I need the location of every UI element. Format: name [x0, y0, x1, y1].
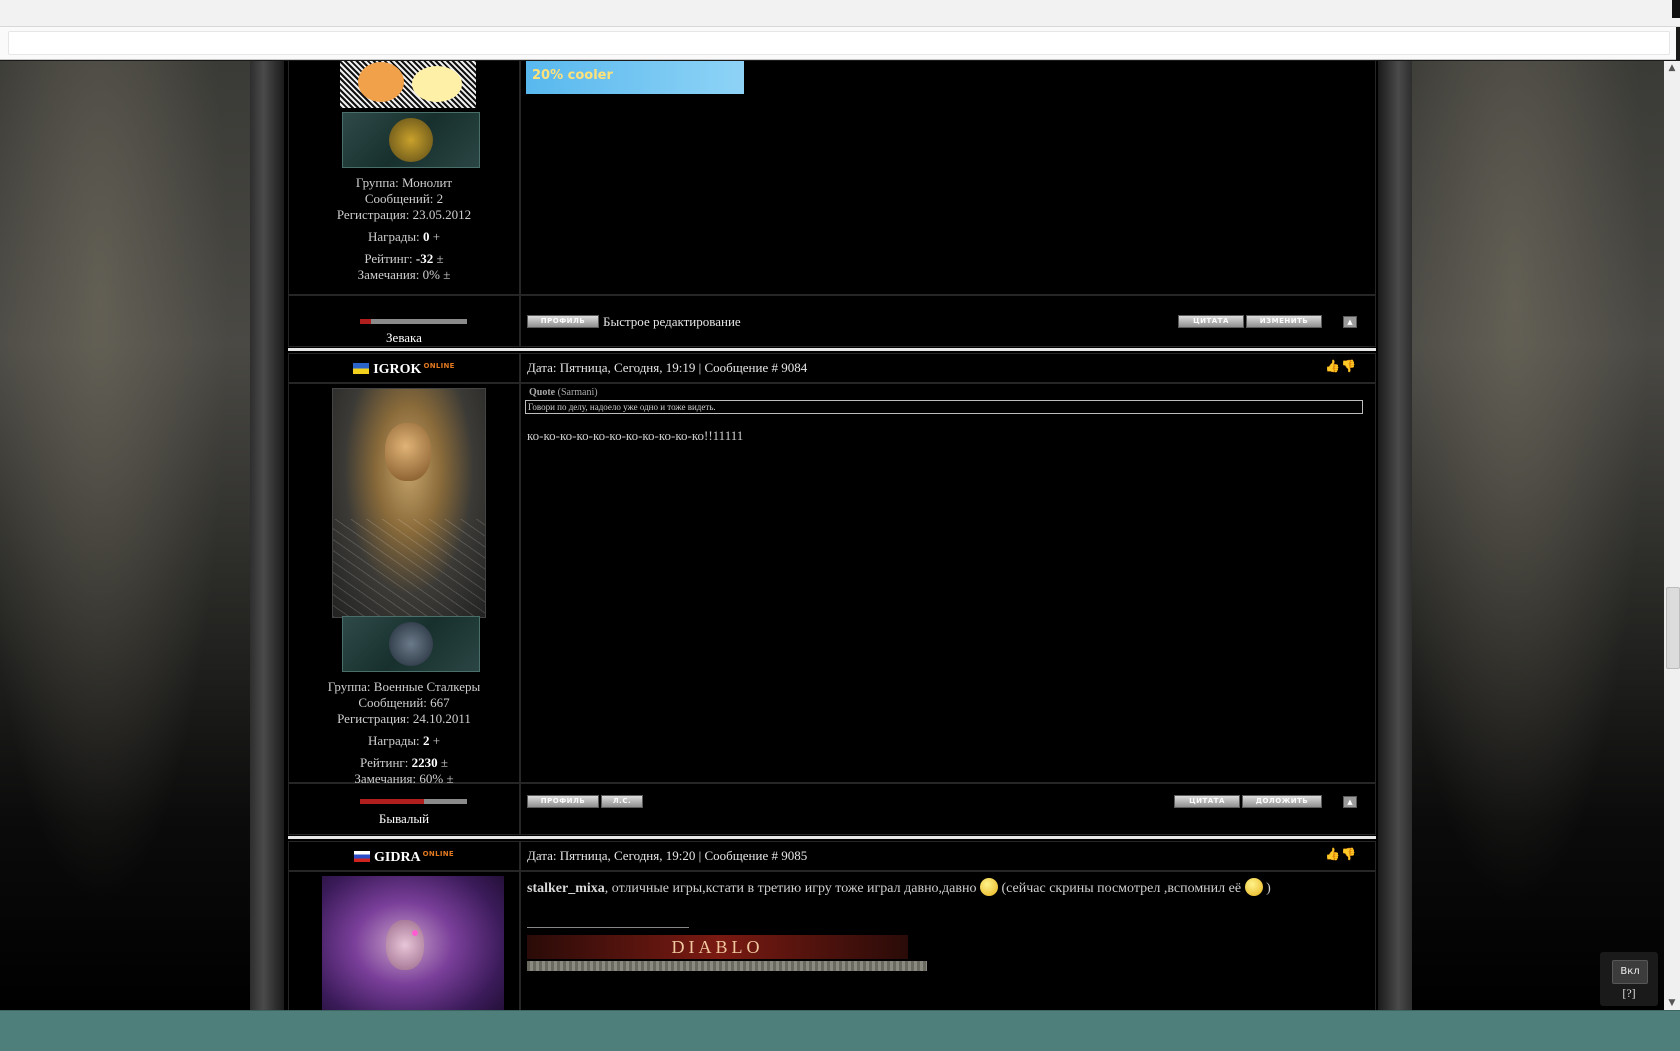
address-bar[interactable] [8, 31, 1670, 55]
user-messages: Сообщений: 667 [358, 695, 450, 710]
igrok-actions-cell: ПРОФИЛЬ Л.С. ЦИТАТА ДОЛОЖИТЬ ▲ [520, 783, 1376, 835]
widget-help-link[interactable]: [?] [1600, 986, 1658, 1001]
background-right [1410, 61, 1672, 1010]
add-award-link[interactable]: + [433, 733, 440, 748]
avatar[interactable] [332, 388, 486, 618]
signature-image-strip [527, 961, 927, 971]
rank-fill [360, 319, 371, 324]
rank-label: Бывалый [378, 811, 430, 826]
user-rating: Рейтинг: -32 ± [364, 251, 444, 266]
igrok-header-cell: IGROK ONLINE [288, 353, 520, 383]
forum-content: Группа: Монолит Сообщений: 2 Регистрация… [284, 61, 1378, 1010]
online-badge: ONLINE [422, 850, 454, 858]
mention-link[interactable]: stalker_mixa [527, 881, 605, 896]
widget-toggle-button[interactable]: Вкл [1612, 960, 1648, 984]
igrok-post-body: Quote (Sarmani) Говори по делу, надоело … [520, 383, 1376, 783]
scroll-top-button[interactable]: ▲ [1343, 796, 1357, 808]
flag-ua-icon [353, 363, 370, 374]
user-awards: Награды: 2 + [367, 733, 441, 748]
igrok-post-header: Дата: Пятница, Сегодня, 19:19 | Сообщени… [520, 353, 1376, 383]
profile-button[interactable]: ПРОФИЛЬ [527, 315, 599, 328]
prev-actions-cell: ПРОФИЛЬ Быстрое редактирование ЦИТАТА ИЗ… [520, 295, 1376, 347]
profile-button[interactable]: ПРОФИЛЬ [527, 795, 599, 808]
user-registration: Регистрация: 23.05.2012 [336, 207, 472, 222]
rate-link[interactable]: ± [441, 755, 448, 770]
rate-link[interactable]: ± [437, 251, 444, 266]
background-left [0, 61, 250, 1010]
quote-button[interactable]: ЦИТАТА [1178, 315, 1244, 328]
thumbs-down-icon[interactable]: 👎 [1341, 359, 1356, 374]
signature-divider [527, 927, 689, 928]
gidra-header-cell: GIDRA ONLINE [288, 841, 520, 871]
quote-box: Говори по делу, надоело уже одно и тоже … [525, 400, 1363, 414]
user-rating: Рейтинг: 2230 ± [360, 755, 448, 770]
rank-fill [360, 799, 424, 804]
online-badge: ONLINE [423, 362, 455, 370]
avatar[interactable] [322, 876, 504, 1010]
rank-bar [360, 319, 467, 324]
signature-banner: 20% cooler [526, 61, 744, 94]
gidra-user-cell [288, 871, 520, 1010]
post-text: stalker_mixa, отличные игры,кстати в тре… [527, 878, 1271, 897]
scroll-thumb[interactable] [1666, 587, 1680, 669]
add-award-link[interactable]: + [433, 229, 440, 244]
igrok-user-cell: Группа: Военные Сталкеры Сообщений: 667 … [288, 383, 520, 786]
quote-button[interactable]: ЦИТАТА [1174, 795, 1240, 808]
post-separator [288, 348, 1376, 351]
gidra-post-header: Дата: Пятница, Сегодня, 19:20 | Сообщени… [520, 841, 1376, 871]
rank-bar [360, 799, 467, 804]
flag-ru-icon [354, 851, 370, 862]
prev-rank-cell: Зевака [288, 295, 520, 347]
smile-icon [980, 878, 998, 896]
scroll-up-arrow[interactable]: ▲ [1664, 61, 1680, 75]
scroll-top-button[interactable]: ▲ [1343, 316, 1357, 328]
floating-widget: Вкл [?] [1600, 952, 1658, 1006]
pm-button[interactable]: Л.С. [601, 795, 643, 808]
browser-toolbar [0, 27, 1676, 60]
gidra-post-body: stalker_mixa, отличные игры,кстати в тре… [520, 871, 1376, 1010]
user-messages: Сообщений: 2 [364, 191, 444, 206]
post-date-line: Дата: Пятница, Сегодня, 19:19 | Сообщени… [527, 360, 808, 375]
window-edge [1672, 0, 1680, 18]
username[interactable]: IGROK [373, 362, 421, 377]
igrok-rank-cell: Бывалый [288, 783, 520, 835]
group-emblem [342, 112, 480, 168]
rank-label: Зевака [386, 330, 422, 345]
user-group: Группа: Военные Сталкеры [327, 679, 481, 694]
prev-post-body: 20% cooler [520, 61, 1376, 295]
user-group: Группа: Монолит [355, 175, 453, 190]
avatar[interactable] [340, 61, 476, 108]
edit-button[interactable]: ИЗМЕНИТЬ [1246, 315, 1322, 328]
prev-user-cell: Группа: Монолит Сообщений: 2 Регистрация… [288, 61, 520, 295]
report-button[interactable]: ДОЛОЖИТЬ [1242, 795, 1322, 808]
frame-left [250, 61, 284, 1010]
frame-right [1378, 61, 1412, 1010]
username[interactable]: GIDRA [374, 850, 421, 865]
thumbs-down-icon[interactable]: 👎 [1341, 847, 1356, 862]
user-warnings: Замечания: 0% ± [357, 267, 451, 282]
signature-image: DIABLO [527, 935, 908, 959]
quick-edit-link[interactable]: Быстрое редактирование [603, 314, 741, 330]
quote-heading: Quote (Sarmani) [529, 387, 598, 398]
page-scrollbar[interactable]: ▲ ▼ [1664, 61, 1680, 1010]
scroll-down-arrow[interactable]: ▼ [1664, 996, 1680, 1010]
post-text: ко-ко-ко-ко-ко-ко-ко-ко-ко-ко-ко!!11111 [527, 428, 744, 443]
user-registration: Регистрация: 24.10.2011 [337, 711, 471, 726]
group-emblem [342, 616, 480, 672]
post-separator [288, 836, 1376, 839]
thumbs-up-icon[interactable]: 👍 [1325, 847, 1340, 862]
browser-titlebar [0, 0, 1680, 27]
post-date-line: Дата: Пятница, Сегодня, 19:20 | Сообщени… [527, 848, 808, 863]
smile-icon [1244, 878, 1263, 896]
os-taskbar [0, 1010, 1680, 1051]
user-awards: Награды: 0 + [367, 229, 441, 244]
thumbs-up-icon[interactable]: 👍 [1325, 359, 1340, 374]
warn-link[interactable]: ± [443, 267, 450, 282]
